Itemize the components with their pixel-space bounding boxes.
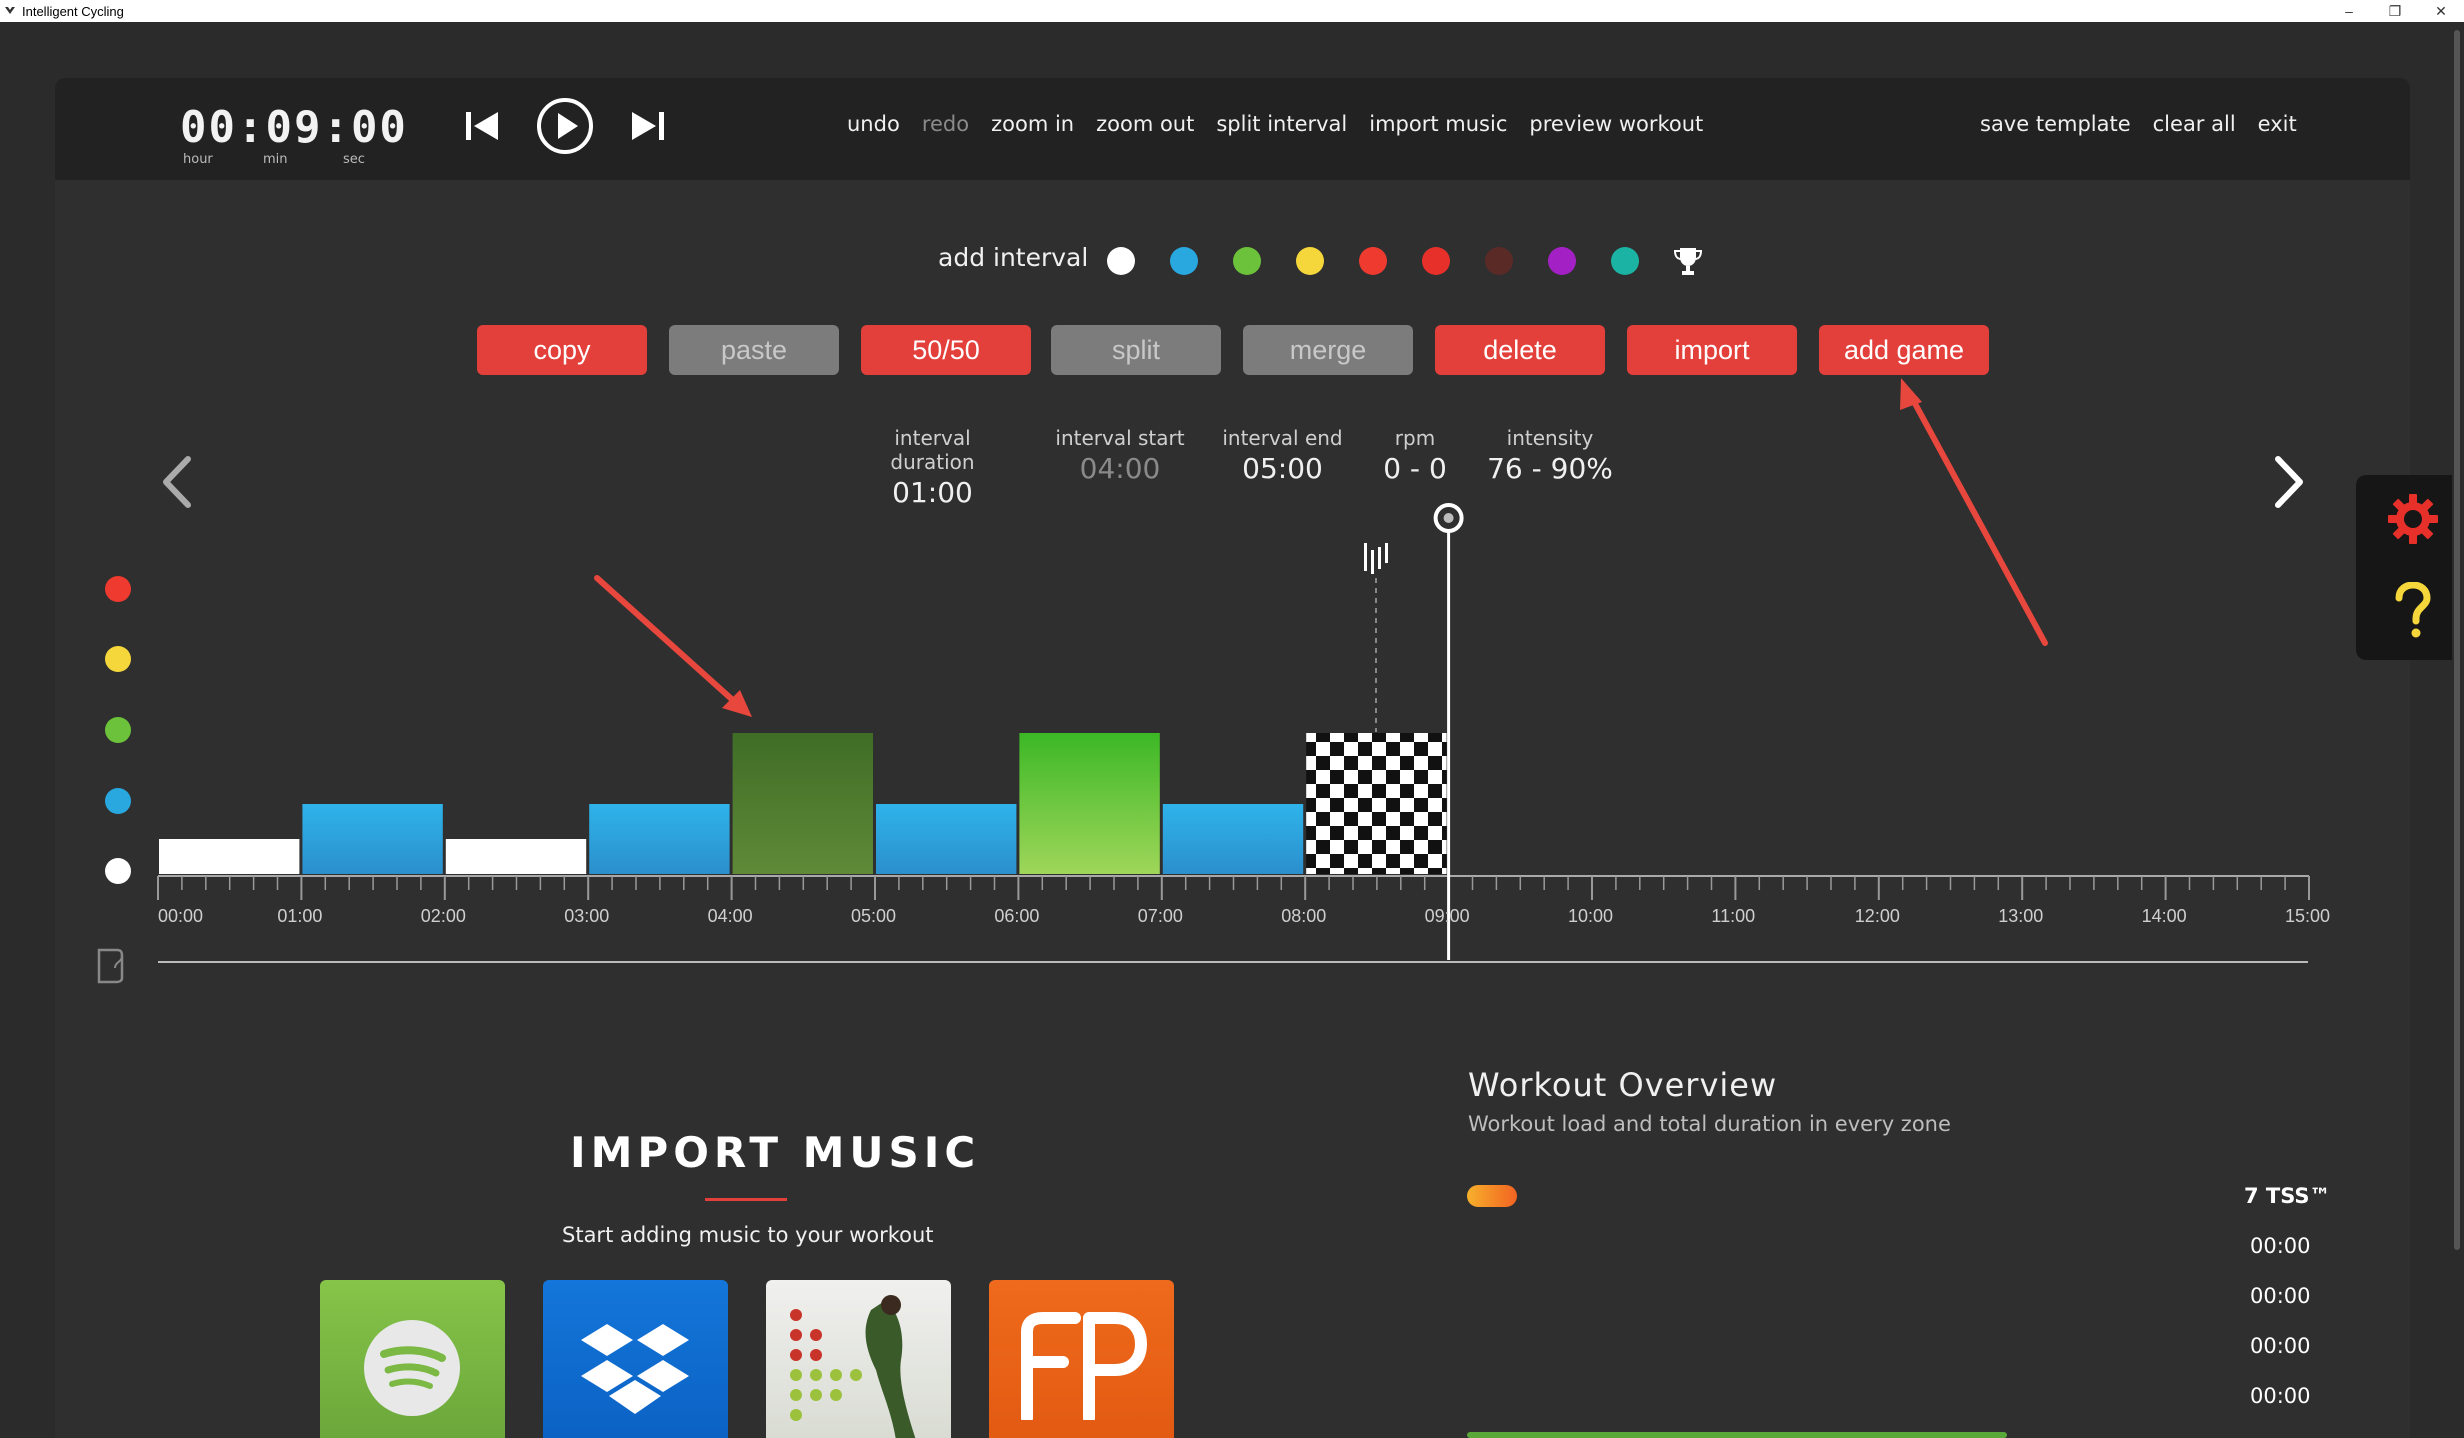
tss-legend-pill bbox=[1467, 1185, 1517, 1207]
timeline-tick-label: 12:00 bbox=[1854, 906, 1900, 926]
cadence-marker-icon[interactable] bbox=[1364, 543, 1388, 574]
interval-bar-2[interactable] bbox=[445, 839, 587, 874]
interval-bar-5[interactable] bbox=[876, 804, 1017, 874]
interval-bar-7[interactable] bbox=[1162, 804, 1304, 874]
timeline-tick-label: 15:00 bbox=[2285, 906, 2331, 926]
interval-bar-6[interactable] bbox=[1019, 733, 1160, 874]
timeline-tick-label: 01:00 bbox=[277, 906, 323, 926]
zone-duration: 00:00 bbox=[2250, 1384, 2311, 1408]
timeline-tick-label: 05:00 bbox=[851, 906, 897, 926]
playhead-handle-center bbox=[1443, 513, 1454, 523]
interval-bar-3[interactable] bbox=[589, 804, 730, 874]
spotify-icon bbox=[364, 1320, 460, 1416]
timeline-tick-label: 14:00 bbox=[2141, 906, 2187, 926]
zone-duration: 00:00 bbox=[2250, 1334, 2311, 1358]
timeline-tick-label: 11:00 bbox=[1711, 906, 1756, 926]
timeline-tick-label: 08:00 bbox=[1281, 906, 1327, 926]
timeline-tick-label: 07:00 bbox=[1137, 906, 1183, 926]
zone-duration: 00:00 bbox=[2250, 1284, 2311, 1308]
annotation-arrow-left bbox=[594, 575, 752, 717]
timeline-tick-label: 03:00 bbox=[564, 906, 610, 926]
spotify-tile[interactable] bbox=[320, 1280, 505, 1438]
timeline-tick-label: 10:00 bbox=[1568, 906, 1614, 926]
interval-bar-8[interactable] bbox=[1306, 733, 1447, 874]
interval-bar-1[interactable] bbox=[302, 804, 443, 874]
workout-overview-subtitle: Workout load and total duration in every… bbox=[1468, 1112, 1951, 1136]
fp-logo-icon bbox=[1021, 1312, 1147, 1420]
import-music-title: IMPORT MUSIC bbox=[570, 1128, 981, 1177]
fp-tile[interactable] bbox=[989, 1280, 1174, 1438]
notes-icon[interactable] bbox=[95, 948, 125, 984]
timeline-tick-label: 13:00 bbox=[1998, 906, 2044, 926]
workout-timeline[interactable] bbox=[0, 0, 2464, 1000]
tss-value: 7 TSS™ bbox=[2244, 1184, 2331, 1208]
timeline-tick-label: 00:00 bbox=[158, 906, 204, 926]
interval-bar-0[interactable] bbox=[159, 839, 300, 874]
import-music-subtitle: Start adding music to your workout bbox=[562, 1223, 934, 1247]
workout-overview-title: Workout Overview bbox=[1468, 1066, 1778, 1104]
annotation-arrow-right bbox=[1900, 378, 2048, 646]
dropbox-tile[interactable] bbox=[543, 1280, 728, 1438]
timeline-tick-label: 09:00 bbox=[1424, 906, 1470, 926]
import-music-underline bbox=[705, 1198, 787, 1201]
music-app-tile[interactable] bbox=[766, 1280, 951, 1438]
timeline-tick-label: 06:00 bbox=[994, 906, 1040, 926]
dropbox-icon bbox=[581, 1324, 689, 1414]
page-scrollbar-thumb[interactable] bbox=[2454, 30, 2460, 1250]
zone-progress-bar bbox=[1467, 1432, 2007, 1438]
interval-bar-4[interactable] bbox=[732, 733, 873, 874]
timeline-tick-label: 02:00 bbox=[420, 906, 466, 926]
music-dots-icon bbox=[790, 1295, 916, 1438]
timeline-tick-label: 04:00 bbox=[707, 906, 753, 926]
zone-duration: 00:00 bbox=[2250, 1234, 2311, 1258]
